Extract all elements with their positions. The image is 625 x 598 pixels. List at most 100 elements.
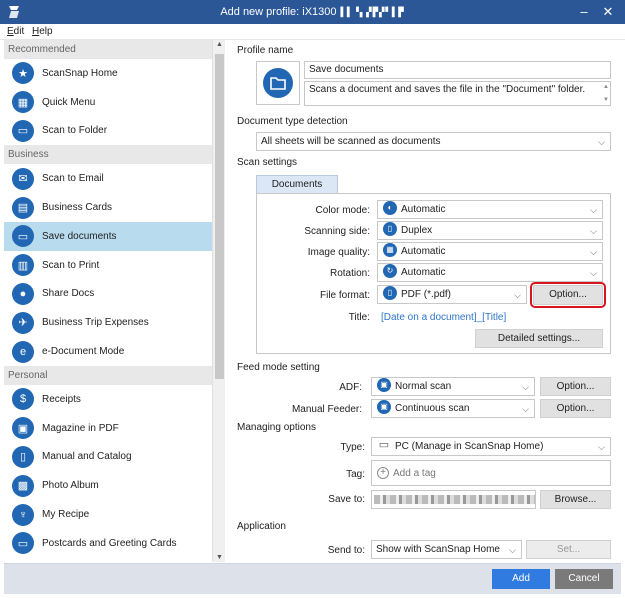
profile-name-input[interactable]: Save documents xyxy=(304,61,611,79)
profile-name-heading: Profile name xyxy=(237,45,294,56)
scroll-down-arrow-icon[interactable]: ▼ xyxy=(213,554,226,561)
sidebar-item-scan-to-print[interactable]: ▥ Scan to Print xyxy=(4,251,224,280)
postcard-icon: ▭ xyxy=(12,532,34,555)
browse-button[interactable]: Browse... xyxy=(540,490,611,509)
group-header-recommended: Recommended xyxy=(4,40,224,59)
group-header-business: Business xyxy=(4,145,224,165)
utensils-icon: ♆ xyxy=(12,503,34,526)
send-to-label: Send to: xyxy=(327,545,365,556)
sidebar-item-label: Postcards and Greeting Cards xyxy=(42,537,177,549)
window-title: Add new profile: iX1300 ▌▌▝▖▞▛▞▘▌▛ xyxy=(220,6,405,18)
sidebar-item-receipts[interactable]: $ Receipts xyxy=(4,385,224,414)
sidebar-item-share-docs[interactable]: ● Share Docs xyxy=(4,280,224,309)
close-button[interactable]: ✕ xyxy=(597,0,619,24)
scrollbar-thumb[interactable] xyxy=(215,54,224,379)
tag-placeholder: Add a tag xyxy=(393,468,436,479)
add-button[interactable]: Add xyxy=(492,569,550,589)
sidebar-item-scan-to-email[interactable]: ✉ Scan to Email xyxy=(4,164,224,193)
folder-icon xyxy=(263,68,293,98)
scan-settings-heading: Scan settings xyxy=(237,157,298,168)
image-quality-value: Automatic xyxy=(401,246,446,257)
sidebar-item-label: Manual and Catalog xyxy=(42,451,132,463)
manual-feeder-select[interactable]: ▣ Continuous scan ⌵ xyxy=(371,399,535,418)
sidebar-item-scansnap-home[interactable]: ★ ScanSnap Home xyxy=(4,59,224,88)
description-scroll-down-icon[interactable]: ▼ xyxy=(603,97,609,103)
adf-value: Normal scan xyxy=(395,381,452,392)
sidebar-item-e-document-mode[interactable]: e e-Document Mode xyxy=(4,337,224,366)
feed-mode-heading: Feed mode setting xyxy=(237,362,320,373)
magazine-icon: ▣ xyxy=(12,417,34,440)
sidebar-item-label: Quick Menu xyxy=(42,96,96,108)
file-format-value: PDF (*.pdf) xyxy=(401,289,452,300)
sidebar-item-scan-to-folder[interactable]: ▭ Scan to Folder xyxy=(4,117,224,146)
sidebar-item-label: My Recipe xyxy=(42,509,90,521)
scanning-side-value: Duplex xyxy=(401,225,433,236)
scanning-side-select[interactable]: ▯ Duplex ⌵ xyxy=(377,221,603,240)
adf-option-button[interactable]: Option... xyxy=(540,377,611,396)
scroll-up-arrow-icon[interactable]: ▲ xyxy=(213,41,226,48)
profile-list: Recommended ★ ScanSnap Home ▦ Quick Menu ▭ Sca… xyxy=(4,40,225,562)
menu-help[interactable]: Help xyxy=(32,26,53,37)
profile-icon-frame[interactable] xyxy=(256,61,300,105)
manual-feeder-value: Continuous scan xyxy=(395,403,470,414)
menu-edit[interactable]: Edit xyxy=(7,26,24,37)
file-format-option-button[interactable]: Option... xyxy=(530,282,606,308)
sidebar-item-magazine-in-pdf[interactable]: ▣ Magazine in PDF xyxy=(4,414,224,443)
sidebar-item-save-documents[interactable]: ▭ Save documents xyxy=(4,221,224,251)
sidebar-item-label: Scan to Folder xyxy=(42,125,108,137)
sidebar-item-label: Photo Album xyxy=(42,480,99,492)
rotation-value: Automatic xyxy=(401,267,446,278)
adf-select[interactable]: ▣ Normal scan ⌵ xyxy=(371,377,535,396)
sidebar-item-business-cards[interactable]: ▤ Business Cards xyxy=(4,193,224,222)
color-mode-label: Color mode: xyxy=(315,205,370,216)
save-to-path-field[interactable] xyxy=(371,490,536,509)
title-label: Title: xyxy=(348,312,370,323)
chevron-down-icon: ⌵ xyxy=(522,404,529,414)
chevron-down-icon: ⌵ xyxy=(590,268,597,278)
sidebar-item-label: ScanSnap Home xyxy=(42,67,118,79)
type-select[interactable]: ▭ PC (Manage in ScanSnap Home) ⌵ xyxy=(371,437,611,456)
type-label: Type: xyxy=(340,442,365,453)
image-quality-select[interactable]: ▦ Automatic ⌵ xyxy=(377,242,603,261)
dialog-footer: Add Cancel xyxy=(4,563,621,594)
send-to-select[interactable]: Show with ScanSnap Home ⌵ xyxy=(371,540,522,559)
rotation-select[interactable]: ↻ Automatic ⌵ xyxy=(377,263,603,282)
rotation-icon: ↻ xyxy=(383,264,397,279)
sidebar-item-label: e-Document Mode xyxy=(42,346,125,358)
tab-documents[interactable]: Documents xyxy=(256,175,338,194)
file-format-select[interactable]: ▯ PDF (*.pdf) ⌵ xyxy=(377,285,527,304)
document-type-select[interactable]: All sheets will be scanned as documents ⌵ xyxy=(256,132,611,151)
folder-icon: ▭ xyxy=(12,119,34,142)
send-to-set-button[interactable]: Set... xyxy=(526,540,611,559)
sidebar-item-my-recipe[interactable]: ♆ My Recipe xyxy=(4,500,224,529)
cancel-button[interactable]: Cancel xyxy=(555,569,613,589)
description-scroll-up-icon[interactable]: ▲ xyxy=(603,84,609,90)
sidebar-item-postcards-and-greeting-cards[interactable]: ▭ Postcards and Greeting Cards xyxy=(4,529,224,558)
sidebar-item-quick-menu[interactable]: ▦ Quick Menu xyxy=(4,88,224,117)
detailed-settings-button[interactable]: Detailed settings... xyxy=(475,329,603,348)
profile-description-input[interactable]: Scans a document and saves the file in t… xyxy=(304,81,611,106)
chevron-down-icon: ⌵ xyxy=(509,545,516,555)
sidebar-item-manual-and-catalog[interactable]: ▯ Manual and Catalog xyxy=(4,443,224,472)
sidebar-item-label: Receipts xyxy=(42,393,81,405)
duplex-icon: ▯ xyxy=(383,222,397,237)
chevron-down-icon: ⌵ xyxy=(598,137,605,147)
image-quality-label: Image quality: xyxy=(307,247,370,258)
manual-feeder-option-button[interactable]: Option... xyxy=(540,399,611,418)
sidebar-item-photo-album[interactable]: ▩ Photo Album xyxy=(4,471,224,500)
color-mode-select[interactable]: ◐ Automatic ⌵ xyxy=(377,200,603,219)
adf-icon: ▣ xyxy=(377,378,391,393)
manual-feeder-icon: ▣ xyxy=(377,400,391,415)
tag-input[interactable]: + Add a tag xyxy=(371,460,611,486)
photo-icon: ▩ xyxy=(12,474,34,497)
sidebar-item-label: Share Docs xyxy=(42,288,95,300)
sidebar-item-business-trip-expenses[interactable]: ✈ Business Trip Expenses xyxy=(4,308,224,337)
folder-icon: ▭ xyxy=(12,225,34,248)
profile-list-scrollbar[interactable]: ▲ ▼ xyxy=(212,40,225,562)
sidebar-item-label: Scan to Print xyxy=(42,259,100,271)
type-value: PC (Manage in ScanSnap Home) xyxy=(395,441,544,452)
profile-settings-panel: Profile name Save documents Scans a docu… xyxy=(226,40,621,562)
minimize-button[interactable]: – xyxy=(573,0,595,24)
title-format-link[interactable]: [Date on a document]_[Title] xyxy=(381,312,506,323)
chevron-down-icon: ⌵ xyxy=(590,247,597,257)
